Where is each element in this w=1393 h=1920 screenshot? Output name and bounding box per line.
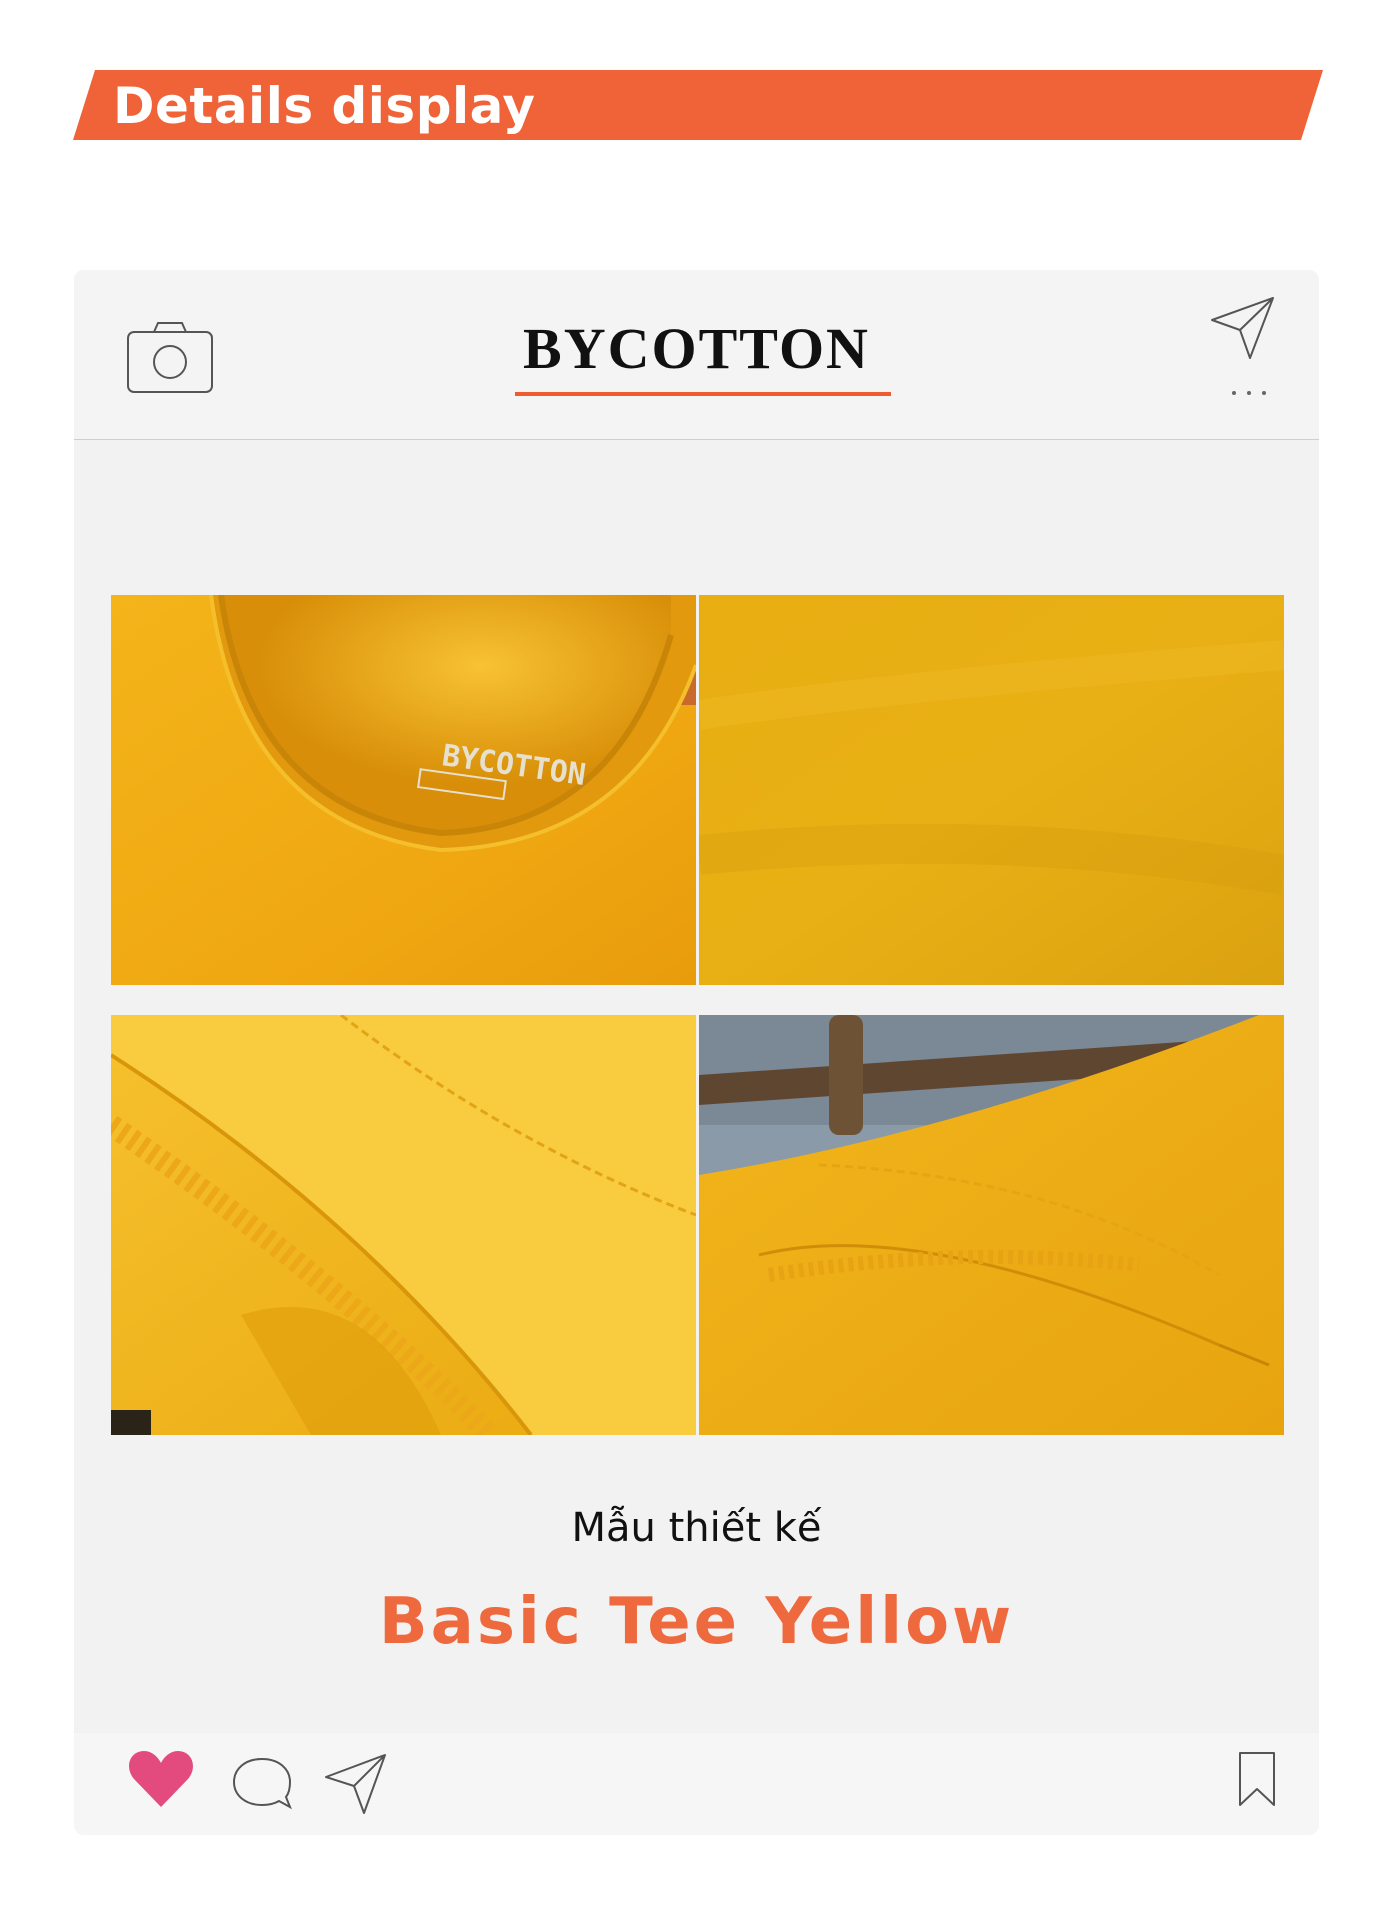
brand-title: BYCOTTON xyxy=(523,316,870,381)
comment-icon[interactable] xyxy=(230,1755,294,1811)
card-footer xyxy=(74,1733,1319,1835)
more-icon[interactable] xyxy=(1232,388,1266,398)
banner-title: Details display xyxy=(113,77,536,135)
card-header: BYCOTTON xyxy=(74,270,1319,440)
heart-icon[interactable] xyxy=(126,1749,196,1809)
details-banner: Details display xyxy=(73,70,1323,140)
post-card: BYCOTTON BYCOTTON Mẫu thiết kế Basic Tee… xyxy=(74,270,1319,1835)
send-icon[interactable] xyxy=(1210,296,1276,360)
send-icon[interactable] xyxy=(324,1753,388,1815)
photo-seam xyxy=(111,1015,696,1435)
product-name: Basic Tee Yellow xyxy=(378,1585,1015,1659)
bookmark-icon[interactable] xyxy=(1237,1751,1277,1807)
design-subtitle: Mẫu thiết kế xyxy=(571,1505,822,1551)
brand-underline xyxy=(515,392,891,396)
photo-fabric xyxy=(699,595,1284,985)
photo-collar-tag: BYCOTTON xyxy=(111,595,696,985)
photo-sleeve-hem xyxy=(699,1015,1284,1435)
